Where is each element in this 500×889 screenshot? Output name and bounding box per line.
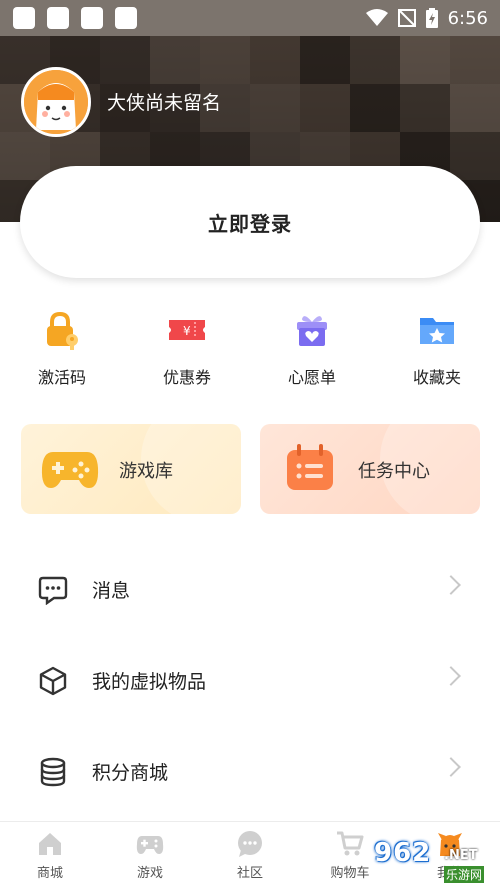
menu-item-points-mall[interactable]: 积分商城 — [0, 727, 500, 817]
login-label: 立即登录 — [208, 211, 292, 236]
chat-bubble-icon — [238, 831, 262, 857]
chevron-right-icon — [441, 575, 461, 595]
lock-key-icon — [47, 311, 78, 350]
menu-item-messages[interactable]: 消息 — [0, 545, 500, 635]
chevron-right-icon — [441, 757, 461, 777]
avatar[interactable] — [21, 67, 91, 137]
wifi-icon — [365, 9, 388, 26]
game-library-card[interactable]: 游戏库 — [21, 424, 241, 514]
menu-item-virtual-items[interactable]: 我的虚拟物品 — [0, 636, 500, 726]
login-button[interactable]: 立即登录 — [20, 166, 480, 278]
notification-icon — [13, 7, 35, 29]
task-center-card[interactable]: 任务中心 — [260, 424, 480, 514]
tab-games[interactable]: 游戏 — [100, 822, 200, 889]
home-icon — [39, 833, 61, 855]
gamepad-icon — [136, 836, 164, 854]
watermark-logo: 962 .NET 乐游网 — [374, 838, 485, 883]
notification-icon — [115, 7, 137, 29]
chevron-right-icon — [441, 666, 461, 686]
no-signal-icon — [397, 9, 416, 27]
task-center-label: 任务中心 — [358, 461, 430, 482]
quick-action-favorites[interactable]: 收藏夹 — [387, 310, 487, 388]
quick-action-wishlist[interactable]: 心愿单 — [262, 310, 362, 388]
message-icon — [38, 576, 68, 605]
tab-mall[interactable]: 商城 — [0, 822, 100, 889]
mascot-avatar-icon — [24, 70, 88, 134]
cart-icon — [337, 831, 364, 856]
calendar-list-icon — [287, 444, 333, 490]
gift-heart-icon — [297, 316, 327, 346]
folder-star-icon — [420, 318, 454, 344]
database-icon — [40, 757, 66, 787]
gamepad-icon — [41, 452, 99, 488]
coupon-icon: ¥ — [169, 320, 205, 340]
quick-action-activation-code[interactable]: 激活码 — [12, 310, 112, 388]
quick-actions: 激活码 ¥ 优惠券 心愿单 收藏夹 — [0, 310, 500, 390]
svg-text:¥: ¥ — [183, 324, 191, 338]
quick-action-coupon[interactable]: ¥ 优惠券 — [137, 310, 237, 388]
notification-icon — [81, 7, 103, 29]
game-library-label: 游戏库 — [119, 461, 173, 482]
clock: 6:56 — [447, 7, 488, 29]
notification-icon — [47, 7, 69, 29]
tab-community[interactable]: 社区 — [200, 822, 300, 889]
username: 大侠尚未留名 — [107, 92, 222, 114]
battery-charging-icon — [425, 8, 438, 28]
cube-icon — [39, 666, 67, 696]
status-bar: 6:56 — [0, 0, 500, 36]
